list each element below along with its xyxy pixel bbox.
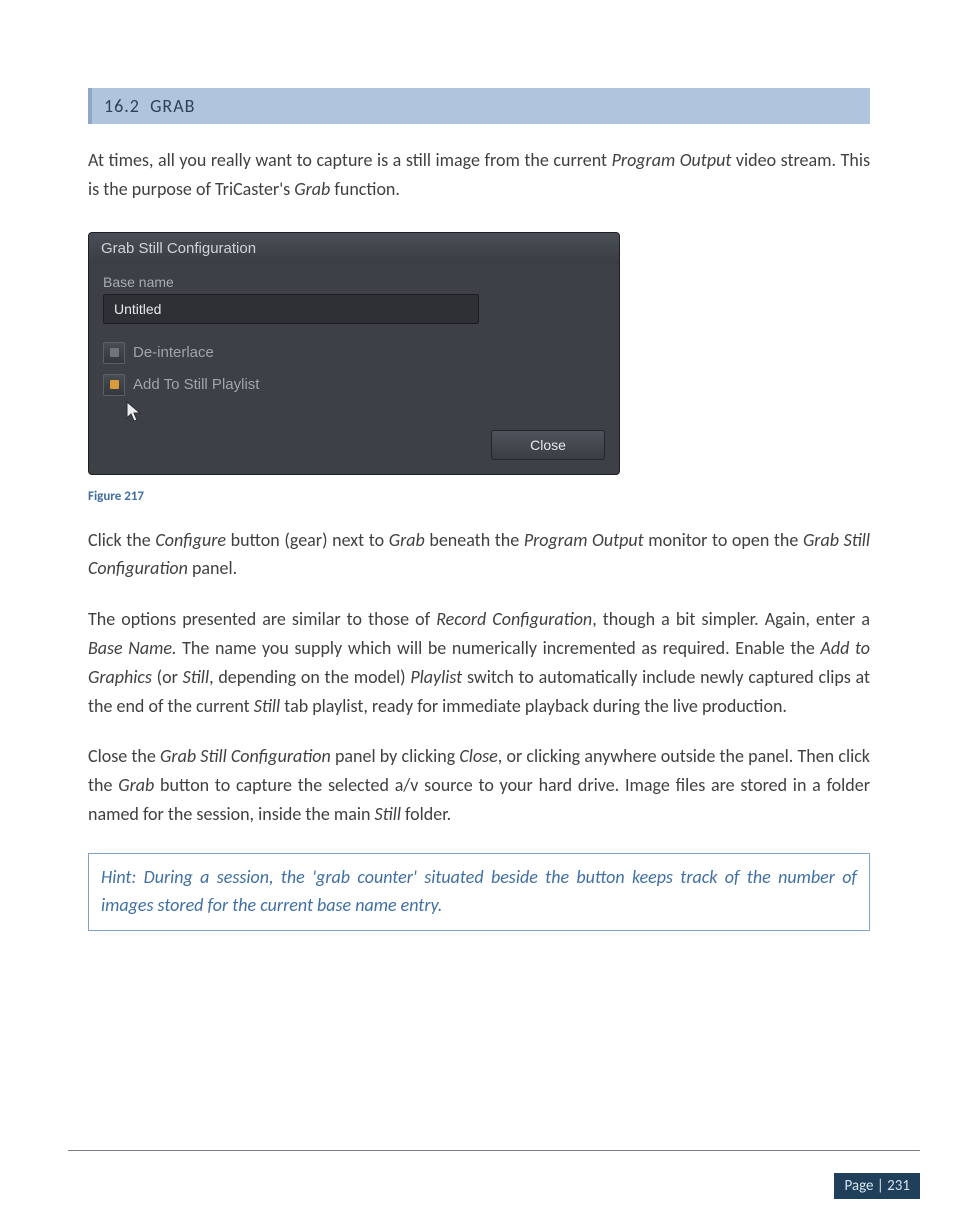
dialog-title: Grab Still Configuration [89,233,619,264]
page-number: Page | 231 [834,1173,920,1199]
de-interlace-label: De-interlace [133,344,214,361]
de-interlace-checkbox[interactable]: De-interlace [103,342,605,364]
footer-rule [68,1150,920,1151]
base-name-label: Base name [103,274,605,290]
paragraph-close: Close the Grab Still Configuration panel… [88,742,870,828]
paragraph-options: The options presented are similar to tho… [88,605,870,720]
base-name-input[interactable]: Untitled [103,294,479,324]
hint-box: Hint: During a session, the 'grab counte… [88,853,870,931]
intro-paragraph: At times, all you really want to capture… [88,146,870,204]
add-to-still-playlist-checkbox[interactable]: Add To Still Playlist [103,374,605,396]
figure-caption: Figure 217 [88,489,870,504]
section-number: 16.2 [104,95,140,117]
checkbox-icon [103,342,125,364]
checkbox-icon [103,374,125,396]
section-heading: 16.2 GRAB [88,88,870,124]
grab-still-config-dialog: Grab Still Configuration Base name Untit… [88,232,620,475]
cursor-icon [125,400,620,424]
paragraph-configure: Click the Configure button (gear) next t… [88,526,870,584]
add-playlist-label: Add To Still Playlist [133,376,259,393]
section-title: GRAB [150,95,195,117]
close-button[interactable]: Close [491,430,605,460]
